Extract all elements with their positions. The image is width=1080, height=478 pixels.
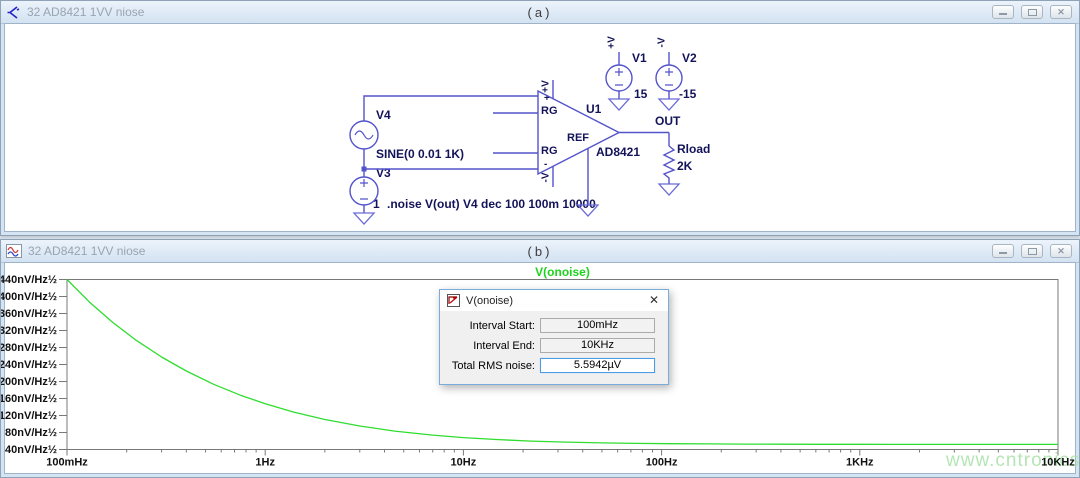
v2-name-label[interactable]: V2	[682, 51, 697, 65]
u1-name-label[interactable]: U1	[586, 102, 601, 116]
minimize-icon	[999, 13, 1007, 15]
schematic-titlebar[interactable]: 32 AD8421 1VV niose (a) ✕	[1, 1, 1079, 24]
window-title: 32 AD8421 1VV niose	[28, 244, 145, 258]
panel-label-a: (a)	[528, 5, 553, 20]
v1-value-label[interactable]: 15	[634, 87, 647, 101]
restore-icon	[1028, 248, 1037, 255]
part-number-label[interactable]: AD8421	[596, 145, 640, 159]
dialog-titlebar[interactable]: V(onoise) ✕	[440, 290, 668, 311]
interval-start-row: Interval Start: 100mHz	[440, 318, 668, 333]
panel-label-b: (b)	[528, 244, 553, 259]
interval-end-value[interactable]: 10KHz	[540, 338, 655, 353]
dialog-waveform-icon	[447, 294, 460, 307]
opamp-neg-rail-label: -V	[541, 168, 552, 188]
window-title: 32 AD8421 1VV niose	[27, 5, 144, 19]
restore-button[interactable]	[1021, 5, 1043, 19]
close-button[interactable]: ✕	[1050, 244, 1072, 258]
rms-noise-dialog: V(onoise) ✕ Interval Start: 100mHz Inter…	[439, 289, 669, 385]
noise-directive-label[interactable]: .noise V(out) V4 dec 100 100m 10000	[387, 197, 596, 211]
dialog-close-icon[interactable]: ✕	[649, 293, 659, 307]
ltspice-waveform-icon	[6, 244, 22, 258]
waveform-titlebar[interactable]: 32 AD8421 1VV niose (b) ✕	[1, 240, 1079, 263]
watermark: www.cntronics.com	[946, 450, 1080, 472]
ltspice-schematic-icon	[6, 5, 21, 20]
v1-rail-label: +V	[607, 33, 618, 53]
interval-end-label: Interval End:	[440, 340, 535, 352]
close-icon: ✕	[1057, 8, 1065, 17]
rg-bottom-pin-label: RG	[541, 145, 558, 157]
waveform-window: 32 AD8421 1VV niose (b) ✕ www.cntronics.…	[0, 239, 1080, 478]
rload-value-label[interactable]: 2K	[677, 159, 692, 173]
minimize-button[interactable]	[992, 5, 1014, 19]
v3-value-label[interactable]: 1	[373, 197, 380, 211]
rg-top-pin-label: RG	[541, 105, 558, 117]
restore-icon	[1028, 9, 1037, 16]
total-rms-noise-label: Total RMS noise:	[440, 360, 535, 372]
out-net-label[interactable]: OUT	[655, 114, 680, 128]
ref-pin-label: REF	[567, 132, 589, 144]
v3-name-label[interactable]: V3	[376, 166, 391, 180]
interval-end-row: Interval End: 10KHz	[440, 338, 668, 353]
v4-value-label[interactable]: SINE(0 0.01 1K)	[376, 147, 464, 161]
total-rms-noise-row: Total RMS noise: 5.5942µV	[440, 358, 668, 373]
v2-value-label[interactable]: -15	[679, 87, 696, 101]
dialog-title: V(onoise)	[466, 295, 513, 307]
v2-rail-label: -V	[657, 33, 668, 53]
minimize-button[interactable]	[992, 244, 1014, 258]
close-button[interactable]: ✕	[1050, 5, 1072, 19]
rload-name-label[interactable]: Rload	[677, 142, 710, 156]
v1-name-label[interactable]: V1	[632, 51, 647, 65]
restore-button[interactable]	[1021, 244, 1043, 258]
total-rms-noise-value[interactable]: 5.5942µV	[540, 358, 655, 373]
interval-start-label: Interval Start:	[440, 320, 535, 332]
interval-start-value[interactable]: 100mHz	[540, 318, 655, 333]
minimize-icon	[999, 252, 1007, 254]
v4-name-label[interactable]: V4	[376, 108, 391, 122]
opamp-pos-rail-label: +V	[541, 77, 552, 97]
schematic-window: 32 AD8421 1VV niose (a) ✕	[0, 0, 1080, 236]
close-icon: ✕	[1057, 247, 1065, 256]
